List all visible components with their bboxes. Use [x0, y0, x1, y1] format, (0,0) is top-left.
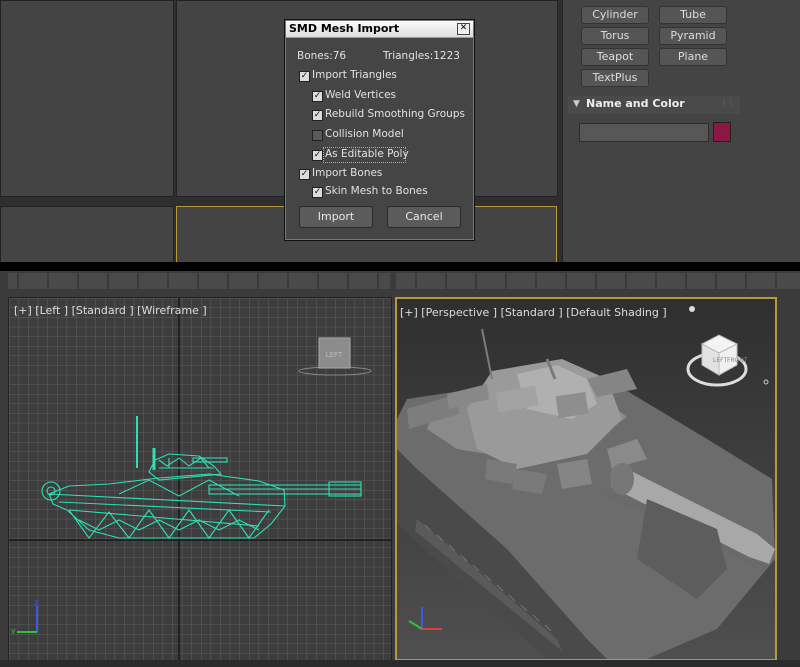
viewport-bottom-left-upper[interactable] [0, 206, 174, 262]
torus-button[interactable]: Torus [581, 27, 649, 45]
weld-vertices-label: Weld Vertices [325, 89, 397, 101]
rebuild-smoothing-groups-checkbox[interactable]: ✓ [312, 110, 323, 121]
triangles-count: Triangles:1223 [383, 50, 460, 62]
import-bones-checkbox[interactable]: ✓ [299, 169, 310, 180]
object-name-input[interactable] [579, 123, 709, 142]
cancel-button[interactable]: Cancel [387, 206, 461, 228]
svg-text:LEFT: LEFT [326, 351, 343, 359]
command-panel: Cylinder Tube Torus Pyramid Teapot Plane… [562, 0, 800, 262]
collision-model-label: Collision Model [325, 128, 404, 140]
status-bar [0, 660, 800, 667]
rollout-title: Name and Color [586, 97, 685, 110]
object-color-swatch[interactable] [713, 122, 731, 142]
svg-text:z: z [34, 598, 38, 607]
viewport-top-left[interactable] [0, 0, 174, 197]
perspective-viewport[interactable]: LEFT FRONT [+] [Perspective ] [Standard … [395, 297, 777, 661]
weld-vertices-checkbox[interactable]: ✓ [312, 91, 323, 102]
close-icon[interactable]: ✕ [457, 23, 470, 35]
cylinder-button[interactable]: Cylinder [581, 6, 649, 24]
left-viewport-canvas: LEFT z y [9, 298, 391, 664]
top-viewport-area: Cylinder Tube Torus Pyramid Teapot Plane… [0, 0, 800, 262]
svg-text:FRONT: FRONT [727, 357, 748, 364]
divider-bar [0, 262, 800, 271]
name-and-color-rollout-header[interactable]: ▼ Name and Color ⋮⋮ [568, 96, 740, 114]
smd-mesh-import-dialog: SMD Mesh Import ✕ Bones:76 Triangles:122… [285, 20, 474, 240]
bones-count: Bones:76 [297, 50, 347, 62]
grip-dots-icon: ⋮⋮ [720, 98, 735, 107]
skin-mesh-to-bones-label: Skin Mesh to Bones [325, 185, 428, 197]
plane-button[interactable]: Plane [659, 48, 727, 66]
collapse-triangle-icon: ▼ [573, 99, 580, 109]
bottom-viewport-area: LEFT z y [+] [Left] [Standard] [Wirefr… [0, 271, 800, 667]
import-triangles-label: Import Triangles [312, 69, 397, 81]
dialog-title: SMD Mesh Import [289, 22, 400, 35]
import-button[interactable]: Import [299, 206, 373, 228]
textplus-button[interactable]: TextPlus [581, 69, 649, 87]
perspective-viewport-canvas: LEFT FRONT [397, 299, 775, 659]
left-viewport[interactable]: LEFT z y [+] [Left] [Standard] [Wirefr… [8, 297, 392, 665]
teapot-button[interactable]: Teapot [581, 48, 649, 66]
as-editable-poly-label: As Editable Poly [325, 148, 409, 160]
perspective-viewport-label[interactable]: [+] [Perspective ] [Standard ] [Default … [400, 306, 667, 319]
left-ruler-strip [8, 273, 390, 289]
skin-mesh-to-bones-checkbox[interactable]: ✓ [312, 187, 323, 198]
svg-text:y: y [11, 626, 16, 635]
as-editable-poly-checkbox[interactable]: ✓ [312, 150, 323, 161]
import-bones-label: Import Bones [312, 167, 383, 179]
svg-text:LEFT: LEFT [713, 357, 727, 364]
right-ruler-strip [396, 273, 800, 289]
collision-model-checkbox[interactable]: ✓ [312, 130, 323, 141]
tube-button[interactable]: Tube [659, 6, 727, 24]
dialog-title-bar[interactable]: SMD Mesh Import ✕ [286, 21, 473, 38]
pyramid-button[interactable]: Pyramid [659, 27, 727, 45]
import-triangles-checkbox[interactable]: ✓ [299, 71, 310, 82]
rebuild-smoothing-groups-label: Rebuild Smoothing Groups [325, 108, 465, 120]
left-viewport-label[interactable]: [+] [Left ] [Standard ] [Wireframe ] [14, 304, 207, 317]
